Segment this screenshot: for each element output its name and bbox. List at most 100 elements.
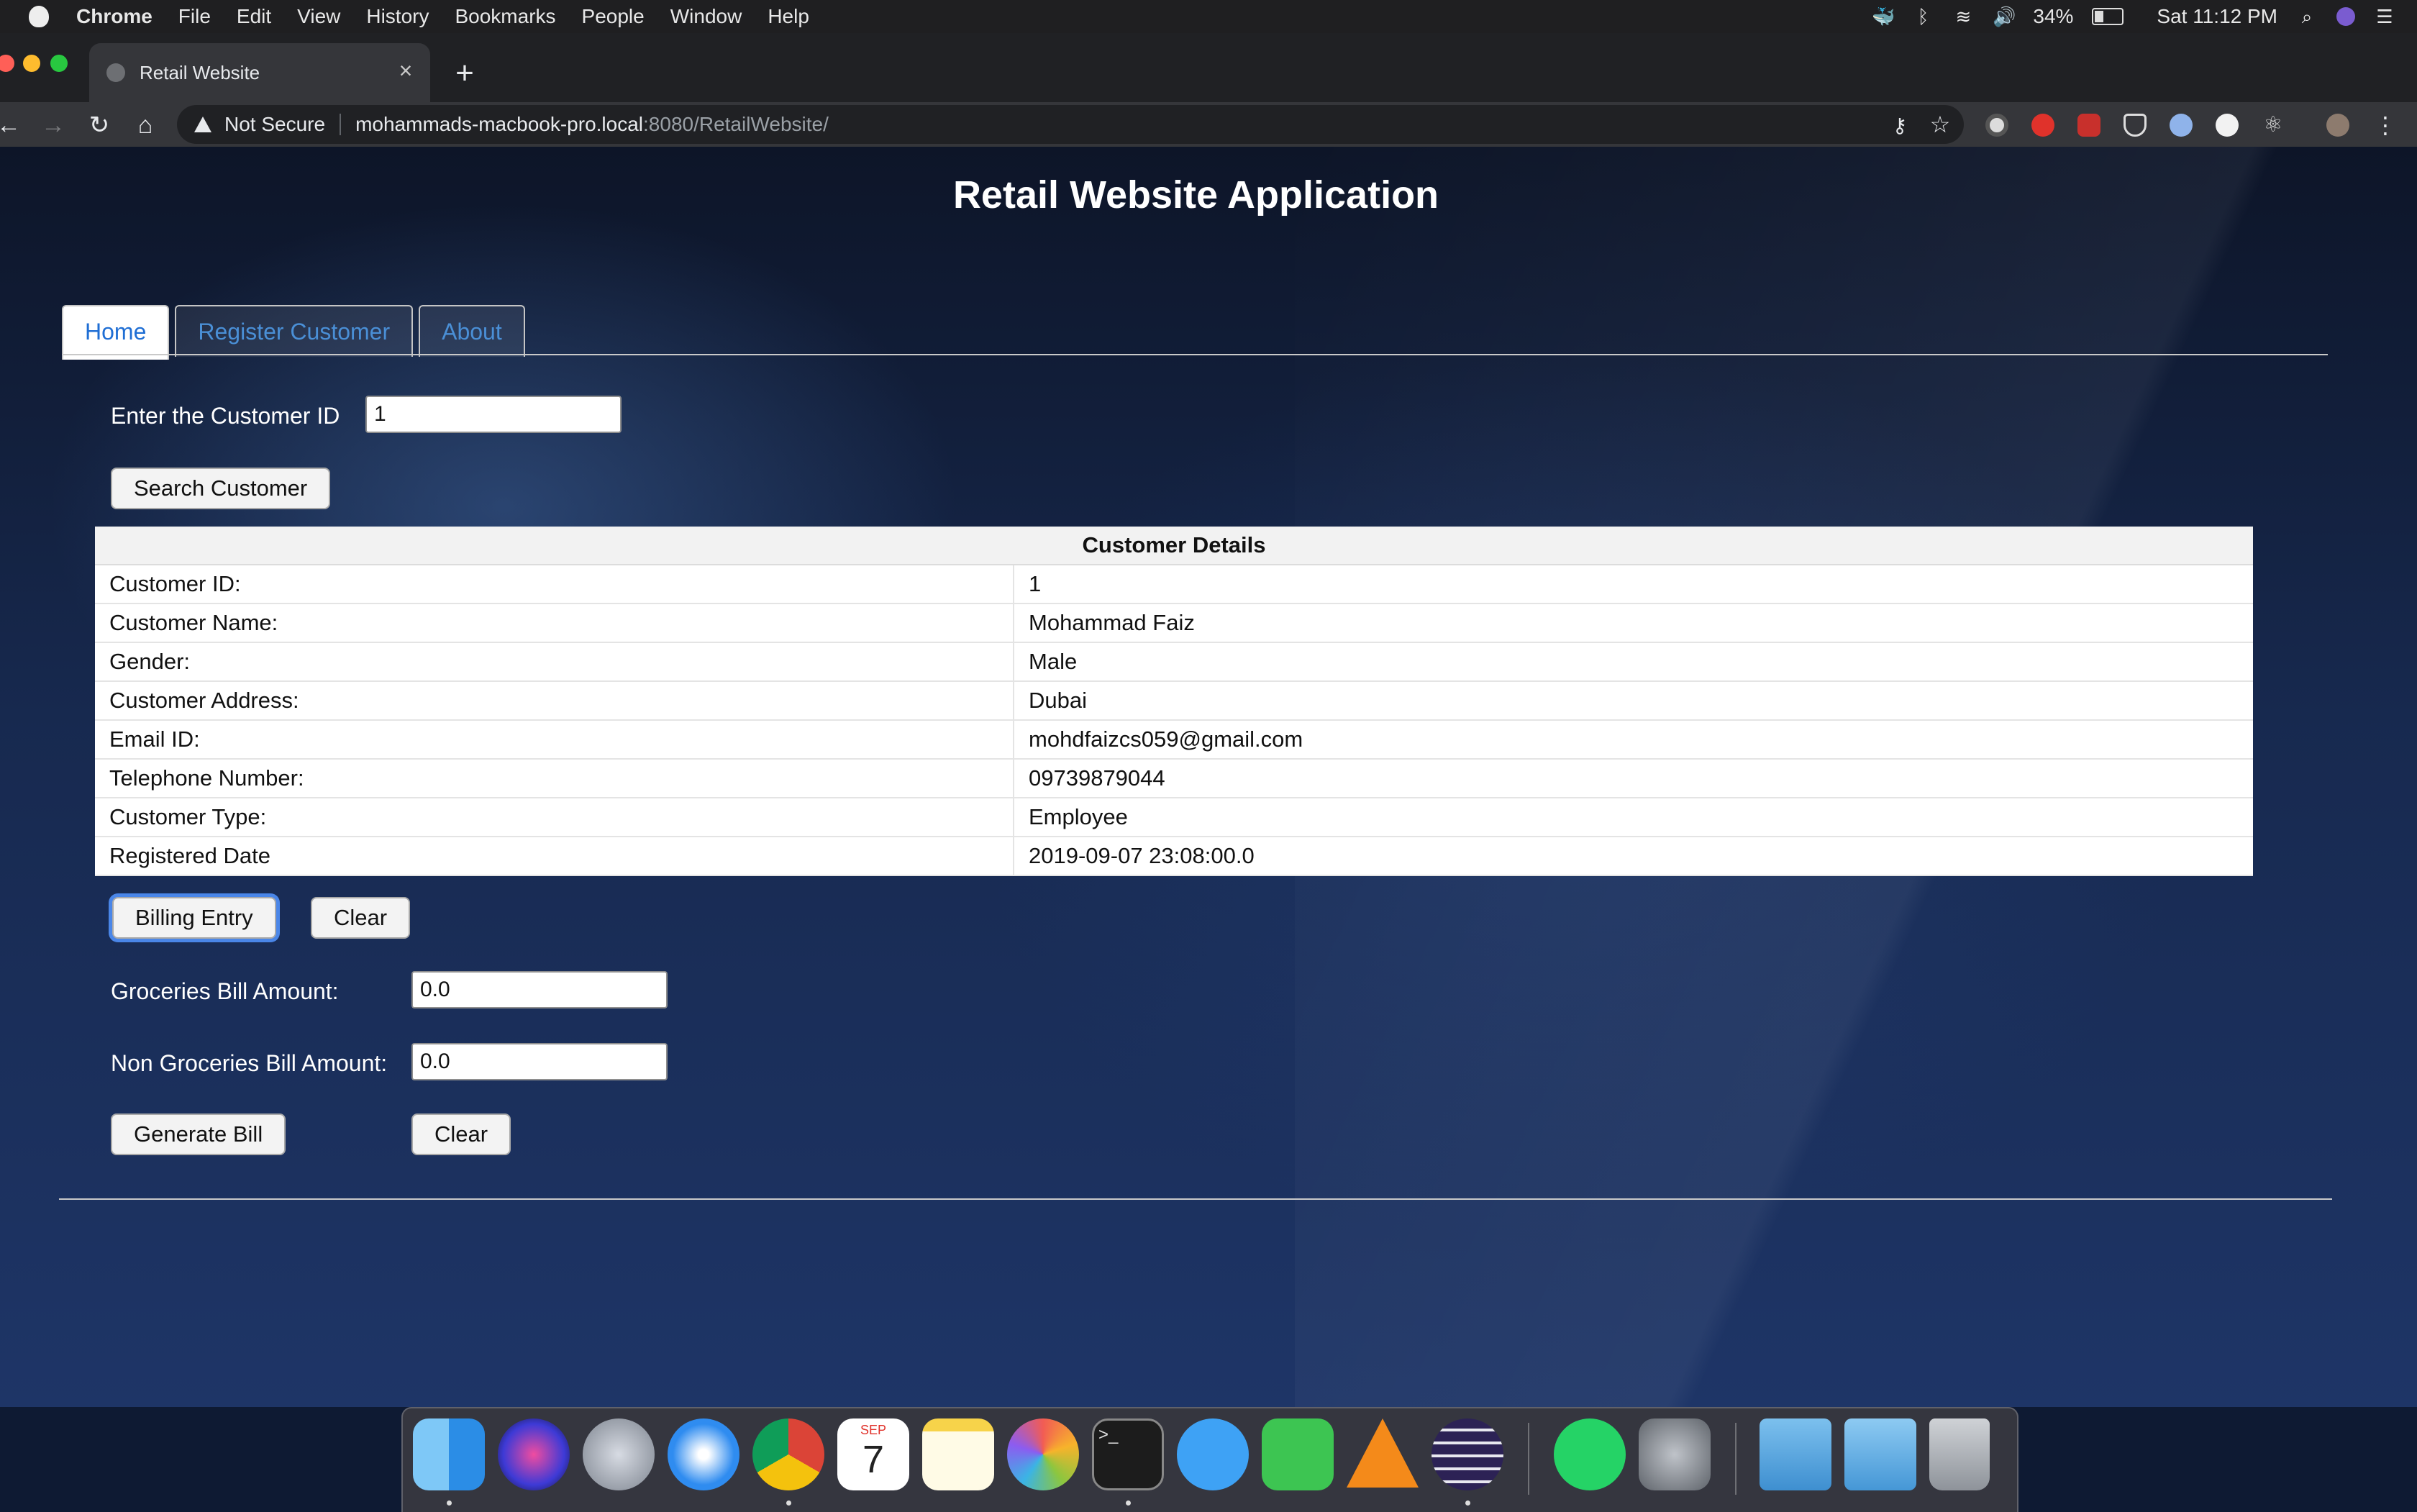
menu-history[interactable]: History	[366, 5, 429, 28]
back-arrow-icon[interactable]: ←	[0, 109, 24, 141]
address-bar[interactable]: Not Secure mohammads-macbook-pro.local:8…	[177, 105, 1964, 144]
detail-value: 1	[1014, 565, 2253, 604]
customer-details-heading: Customer Details	[95, 527, 2253, 565]
close-tab-icon[interactable]: ×	[393, 58, 419, 83]
billing-entry-button[interactable]: Billing Entry	[112, 897, 276, 939]
facetime-icon[interactable]	[1262, 1418, 1334, 1490]
folder-icon[interactable]	[1760, 1418, 1831, 1490]
spotlight-search-icon[interactable]: ⌕	[2296, 7, 2318, 26]
apple-menu-icon[interactable]	[29, 6, 49, 27]
extension-record-icon[interactable]	[1985, 114, 2008, 137]
tab-title: Retail Website	[140, 62, 260, 83]
messages-icon[interactable]	[1177, 1418, 1249, 1490]
detail-value: Mohammad Faiz	[1014, 604, 2253, 643]
new-tab-button[interactable]: +	[445, 55, 485, 95]
notes-icon[interactable]	[922, 1418, 994, 1490]
close-window-button[interactable]	[0, 55, 14, 72]
detail-value: Dubai	[1014, 681, 2253, 721]
menu-file[interactable]: File	[178, 5, 211, 28]
photos-icon[interactable]	[1007, 1418, 1079, 1490]
divider	[59, 1198, 2332, 1200]
clock[interactable]: Sat 11:12 PM	[2157, 5, 2277, 28]
calendar-month: SEP	[860, 1423, 887, 1437]
menu-bookmarks[interactable]: Bookmarks	[455, 5, 555, 28]
launchpad-icon[interactable]	[583, 1418, 655, 1490]
forward-arrow-icon[interactable]: →	[37, 109, 69, 141]
extension-blue-icon[interactable]	[2170, 114, 2193, 137]
groceries-label: Groceries Bill Amount:	[111, 978, 339, 1004]
downloads-folder-icon[interactable]	[1844, 1418, 1916, 1490]
detail-key: Telephone Number:	[95, 759, 1014, 798]
detail-key: Gender:	[95, 642, 1014, 682]
table-row: Email ID: mohdfaizcs059@gmail.com	[95, 720, 2253, 760]
calendar-day: 7	[862, 1438, 885, 1481]
menu-app-chrome[interactable]: Chrome	[76, 5, 153, 28]
eclipse-icon[interactable]	[1431, 1418, 1503, 1490]
profile-avatar[interactable]	[2326, 114, 2349, 137]
zoom-window-button[interactable]	[50, 55, 68, 72]
whatsapp-icon[interactable]	[1554, 1418, 1626, 1490]
customer-id-input[interactable]	[365, 396, 622, 433]
menu-help[interactable]: Help	[768, 5, 809, 28]
pocket-icon[interactable]	[2124, 114, 2147, 137]
notification-center-icon[interactable]: ☰	[2374, 7, 2395, 26]
detail-value: Employee	[1014, 798, 2253, 837]
siri-menu-icon[interactable]	[2336, 7, 2355, 26]
key-icon[interactable]: ⚷	[1889, 114, 1911, 137]
menu-people[interactable]: People	[582, 5, 645, 28]
globe-icon	[106, 63, 125, 82]
calendar-icon[interactable]: SEP 7	[837, 1418, 909, 1490]
divider	[340, 114, 342, 135]
nav-tabs: Home Register Customer About	[62, 305, 525, 360]
clear-bill-button[interactable]: Clear	[411, 1113, 511, 1155]
chrome-icon[interactable]	[752, 1418, 824, 1490]
tab-about[interactable]: About	[419, 305, 525, 357]
menu-view[interactable]: View	[297, 5, 340, 28]
minimize-window-button[interactable]	[23, 55, 40, 72]
menu-window[interactable]: Window	[670, 5, 742, 28]
battery-icon[interactable]	[2092, 8, 2124, 25]
detail-value: 09739879044	[1014, 759, 2253, 798]
menu-edit[interactable]: Edit	[237, 5, 271, 28]
safari-icon[interactable]	[668, 1418, 739, 1490]
search-customer-button[interactable]: Search Customer	[111, 468, 331, 509]
security-status[interactable]: Not Secure	[224, 113, 325, 136]
vlc-icon[interactable]	[1347, 1418, 1419, 1488]
home-icon[interactable]: ⌂	[129, 109, 161, 141]
chrome-menu-icon[interactable]: ⋮	[2374, 114, 2397, 137]
menu-bar: Chrome File Edit View History Bookmarks …	[0, 0, 2417, 33]
table-row: Customer Name: Mohammad Faiz	[95, 604, 2253, 643]
volume-icon[interactable]: 🔊	[1993, 7, 2016, 26]
browser-tab[interactable]: Retail Website ×	[89, 43, 430, 102]
system-preferences-icon[interactable]	[1639, 1418, 1711, 1490]
table-row: Customer ID: 1	[95, 565, 2253, 604]
warning-icon[interactable]	[194, 117, 211, 132]
detail-key: Customer ID:	[95, 565, 1014, 604]
detail-key: Customer Name:	[95, 604, 1014, 643]
adblock-plus-icon[interactable]	[2077, 114, 2100, 137]
groceries-amount-input[interactable]	[411, 971, 668, 1008]
siri-icon[interactable]	[498, 1418, 570, 1490]
clear-button[interactable]: Clear	[311, 897, 411, 939]
tab-register-customer[interactable]: Register Customer	[175, 305, 414, 357]
terminal-icon[interactable]: >_	[1092, 1418, 1164, 1490]
wifi-icon[interactable]: ≋	[1952, 7, 1974, 26]
browser-toolbar: ← → ↻ ⌂ Not Secure mohammads-macbook-pro…	[0, 102, 2417, 147]
table-row: Gender: Male	[95, 642, 2253, 682]
battery-percentage: 34%	[2033, 5, 2074, 27]
finder-icon[interactable]	[413, 1418, 485, 1490]
bluetooth-icon[interactable]: ᛒ	[1912, 7, 1934, 26]
tab-home[interactable]: Home	[62, 305, 170, 360]
react-devtools-icon[interactable]: ⚛	[2262, 114, 2285, 137]
reload-icon[interactable]: ↻	[83, 109, 115, 141]
extension-stop-icon[interactable]	[2031, 114, 2054, 137]
detail-value: Male	[1014, 642, 2253, 682]
bookmark-star-icon[interactable]: ☆	[1928, 112, 1952, 137]
customer-id-label: Enter the Customer ID	[111, 403, 340, 429]
trash-icon[interactable]	[1929, 1418, 1990, 1490]
extension-white-icon[interactable]	[2216, 114, 2239, 137]
url-host: mohammads-macbook-pro.local	[355, 113, 644, 135]
non-groceries-amount-input[interactable]	[411, 1043, 668, 1080]
generate-bill-button[interactable]: Generate Bill	[111, 1113, 286, 1155]
docker-icon[interactable]: 🐳	[1872, 7, 1895, 26]
